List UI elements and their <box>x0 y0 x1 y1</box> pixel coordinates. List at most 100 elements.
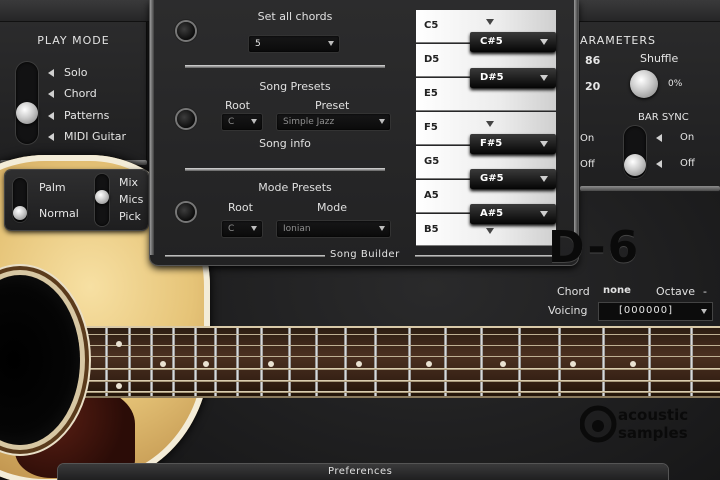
panel-edge-left <box>150 0 154 255</box>
section-divider <box>185 65 385 68</box>
play-mode-midi-guitar[interactable]: MIDI Guitar <box>48 130 126 143</box>
fret <box>194 328 197 396</box>
mode-presets-button[interactable] <box>177 203 195 221</box>
chord-count-dropdown[interactable]: 5 <box>249 36 339 52</box>
on-left-label: On <box>580 133 595 144</box>
fret-inlay <box>116 383 122 389</box>
bar-sync-knob[interactable] <box>624 154 646 176</box>
key-c-sharp5[interactable]: C#5 <box>470 32 556 52</box>
left-triangle-icon <box>656 160 662 168</box>
fret-inlay <box>203 361 209 367</box>
song-presets-button[interactable] <box>177 110 195 128</box>
articulation-panel: Palm Normal Mix Mics Pick <box>5 170 148 230</box>
play-mode-knob[interactable] <box>16 102 38 124</box>
chord-label: Chord <box>557 285 590 298</box>
root-label: Root <box>225 99 250 112</box>
fret <box>408 328 411 396</box>
instrument-name: D-6 <box>548 222 641 273</box>
fret-inlay <box>268 361 274 367</box>
mix-switch-knob[interactable] <box>95 190 109 204</box>
fret <box>602 328 605 396</box>
chevron-down-icon <box>328 41 334 46</box>
param-value-top: 86 <box>585 54 601 67</box>
root-dropdown[interactable]: C <box>222 114 262 130</box>
voicing-dropdown[interactable]: [000000] <box>599 303 712 320</box>
key-d-sharp5[interactable]: D#5 <box>470 68 556 88</box>
caption-rule-right <box>415 255 560 257</box>
fret <box>480 328 483 396</box>
bar-sync-off[interactable]: Off <box>680 158 695 169</box>
fret <box>444 328 447 396</box>
chevron-down-icon <box>251 226 257 231</box>
preset-dropdown[interactable]: Simple Jazz <box>277 114 390 130</box>
guitar-string <box>70 356 720 357</box>
guitar-fretboard <box>70 326 720 398</box>
plugin-window: PLAY MODE Solo Chord Patterns MIDI Guita… <box>0 0 720 480</box>
left-triangle-icon <box>48 112 54 120</box>
chevron-down-icon <box>540 211 548 217</box>
bar-sync-on[interactable]: On <box>680 132 694 143</box>
play-mode-chord[interactable]: Chord <box>48 87 97 100</box>
fret <box>558 328 561 396</box>
fret <box>648 328 651 396</box>
octave-value[interactable]: - <box>703 285 707 298</box>
shuffle-knob[interactable] <box>630 70 658 98</box>
fret <box>172 328 175 396</box>
fret <box>128 328 131 396</box>
octave-label: Octave <box>656 285 696 298</box>
mode-root-dropdown[interactable]: C <box>222 221 262 237</box>
fret-inlay <box>356 361 362 367</box>
logo-line2: samples <box>618 424 688 442</box>
fret <box>374 328 377 396</box>
key-a-sharp5[interactable]: A#5 <box>470 204 556 224</box>
fret <box>344 328 347 396</box>
bar-sync-title: BAR SYNC <box>638 112 689 123</box>
fret <box>518 328 521 396</box>
chevron-down-icon <box>379 119 385 124</box>
mix-label: Mix <box>119 176 139 189</box>
key-f-sharp5[interactable]: F#5 <box>470 134 556 154</box>
fret <box>80 328 83 396</box>
normal-label: Normal <box>39 207 79 220</box>
mode-root-label: Root <box>228 201 253 214</box>
set-all-chords-label: Set all chords <box>257 10 333 23</box>
parameters-title: ARAMETERS <box>580 34 656 47</box>
fret <box>236 328 239 396</box>
left-triangle-icon <box>48 69 54 77</box>
mode-presets-label: Mode Presets <box>258 181 332 194</box>
guitar-string <box>70 368 720 370</box>
chevron-down-icon <box>540 176 548 182</box>
chevron-down-icon <box>540 141 548 147</box>
chevron-down-icon <box>486 19 494 25</box>
fret-inlay <box>116 341 122 347</box>
left-triangle-icon <box>48 133 54 141</box>
fret-inlay <box>570 361 576 367</box>
off-left-label: Off <box>580 159 595 170</box>
key-g-sharp5[interactable]: G#5 <box>470 169 556 189</box>
logo-dot-icon <box>592 420 604 432</box>
acoustic-samples-logo: acoustic samples <box>580 405 688 443</box>
palm-switch-knob[interactable] <box>13 206 27 220</box>
chord-keyboard: C5 D5 E5 F5 G5 A5 B5 C#5 D#5 F#5 G#5 A#5 <box>416 10 556 246</box>
chevron-down-icon <box>701 309 707 314</box>
mode-dropdown[interactable]: Ionian <box>277 221 390 237</box>
song-presets-label: Song Presets <box>259 80 331 93</box>
fret <box>260 328 263 396</box>
guitar-string <box>70 380 720 382</box>
play-mode-solo[interactable]: Solo <box>48 66 88 79</box>
fret <box>105 328 108 396</box>
voicing-label: Voicing <box>548 304 588 317</box>
play-mode-patterns[interactable]: Patterns <box>48 109 109 122</box>
shuffle-label: Shuffle <box>640 52 679 65</box>
mode-label: Mode <box>317 201 347 214</box>
guitar-string <box>70 391 720 393</box>
play-mode-title: PLAY MODE <box>37 34 110 47</box>
set-all-chords-button[interactable] <box>177 22 195 40</box>
song-builder-caption: Song Builder <box>330 249 400 260</box>
fret <box>214 328 217 396</box>
panel-edge-right <box>574 0 578 255</box>
preferences-label[interactable]: Preferences <box>328 466 392 477</box>
fret-inlay <box>160 361 166 367</box>
guitar-string <box>70 345 720 346</box>
chevron-down-icon <box>540 39 548 45</box>
